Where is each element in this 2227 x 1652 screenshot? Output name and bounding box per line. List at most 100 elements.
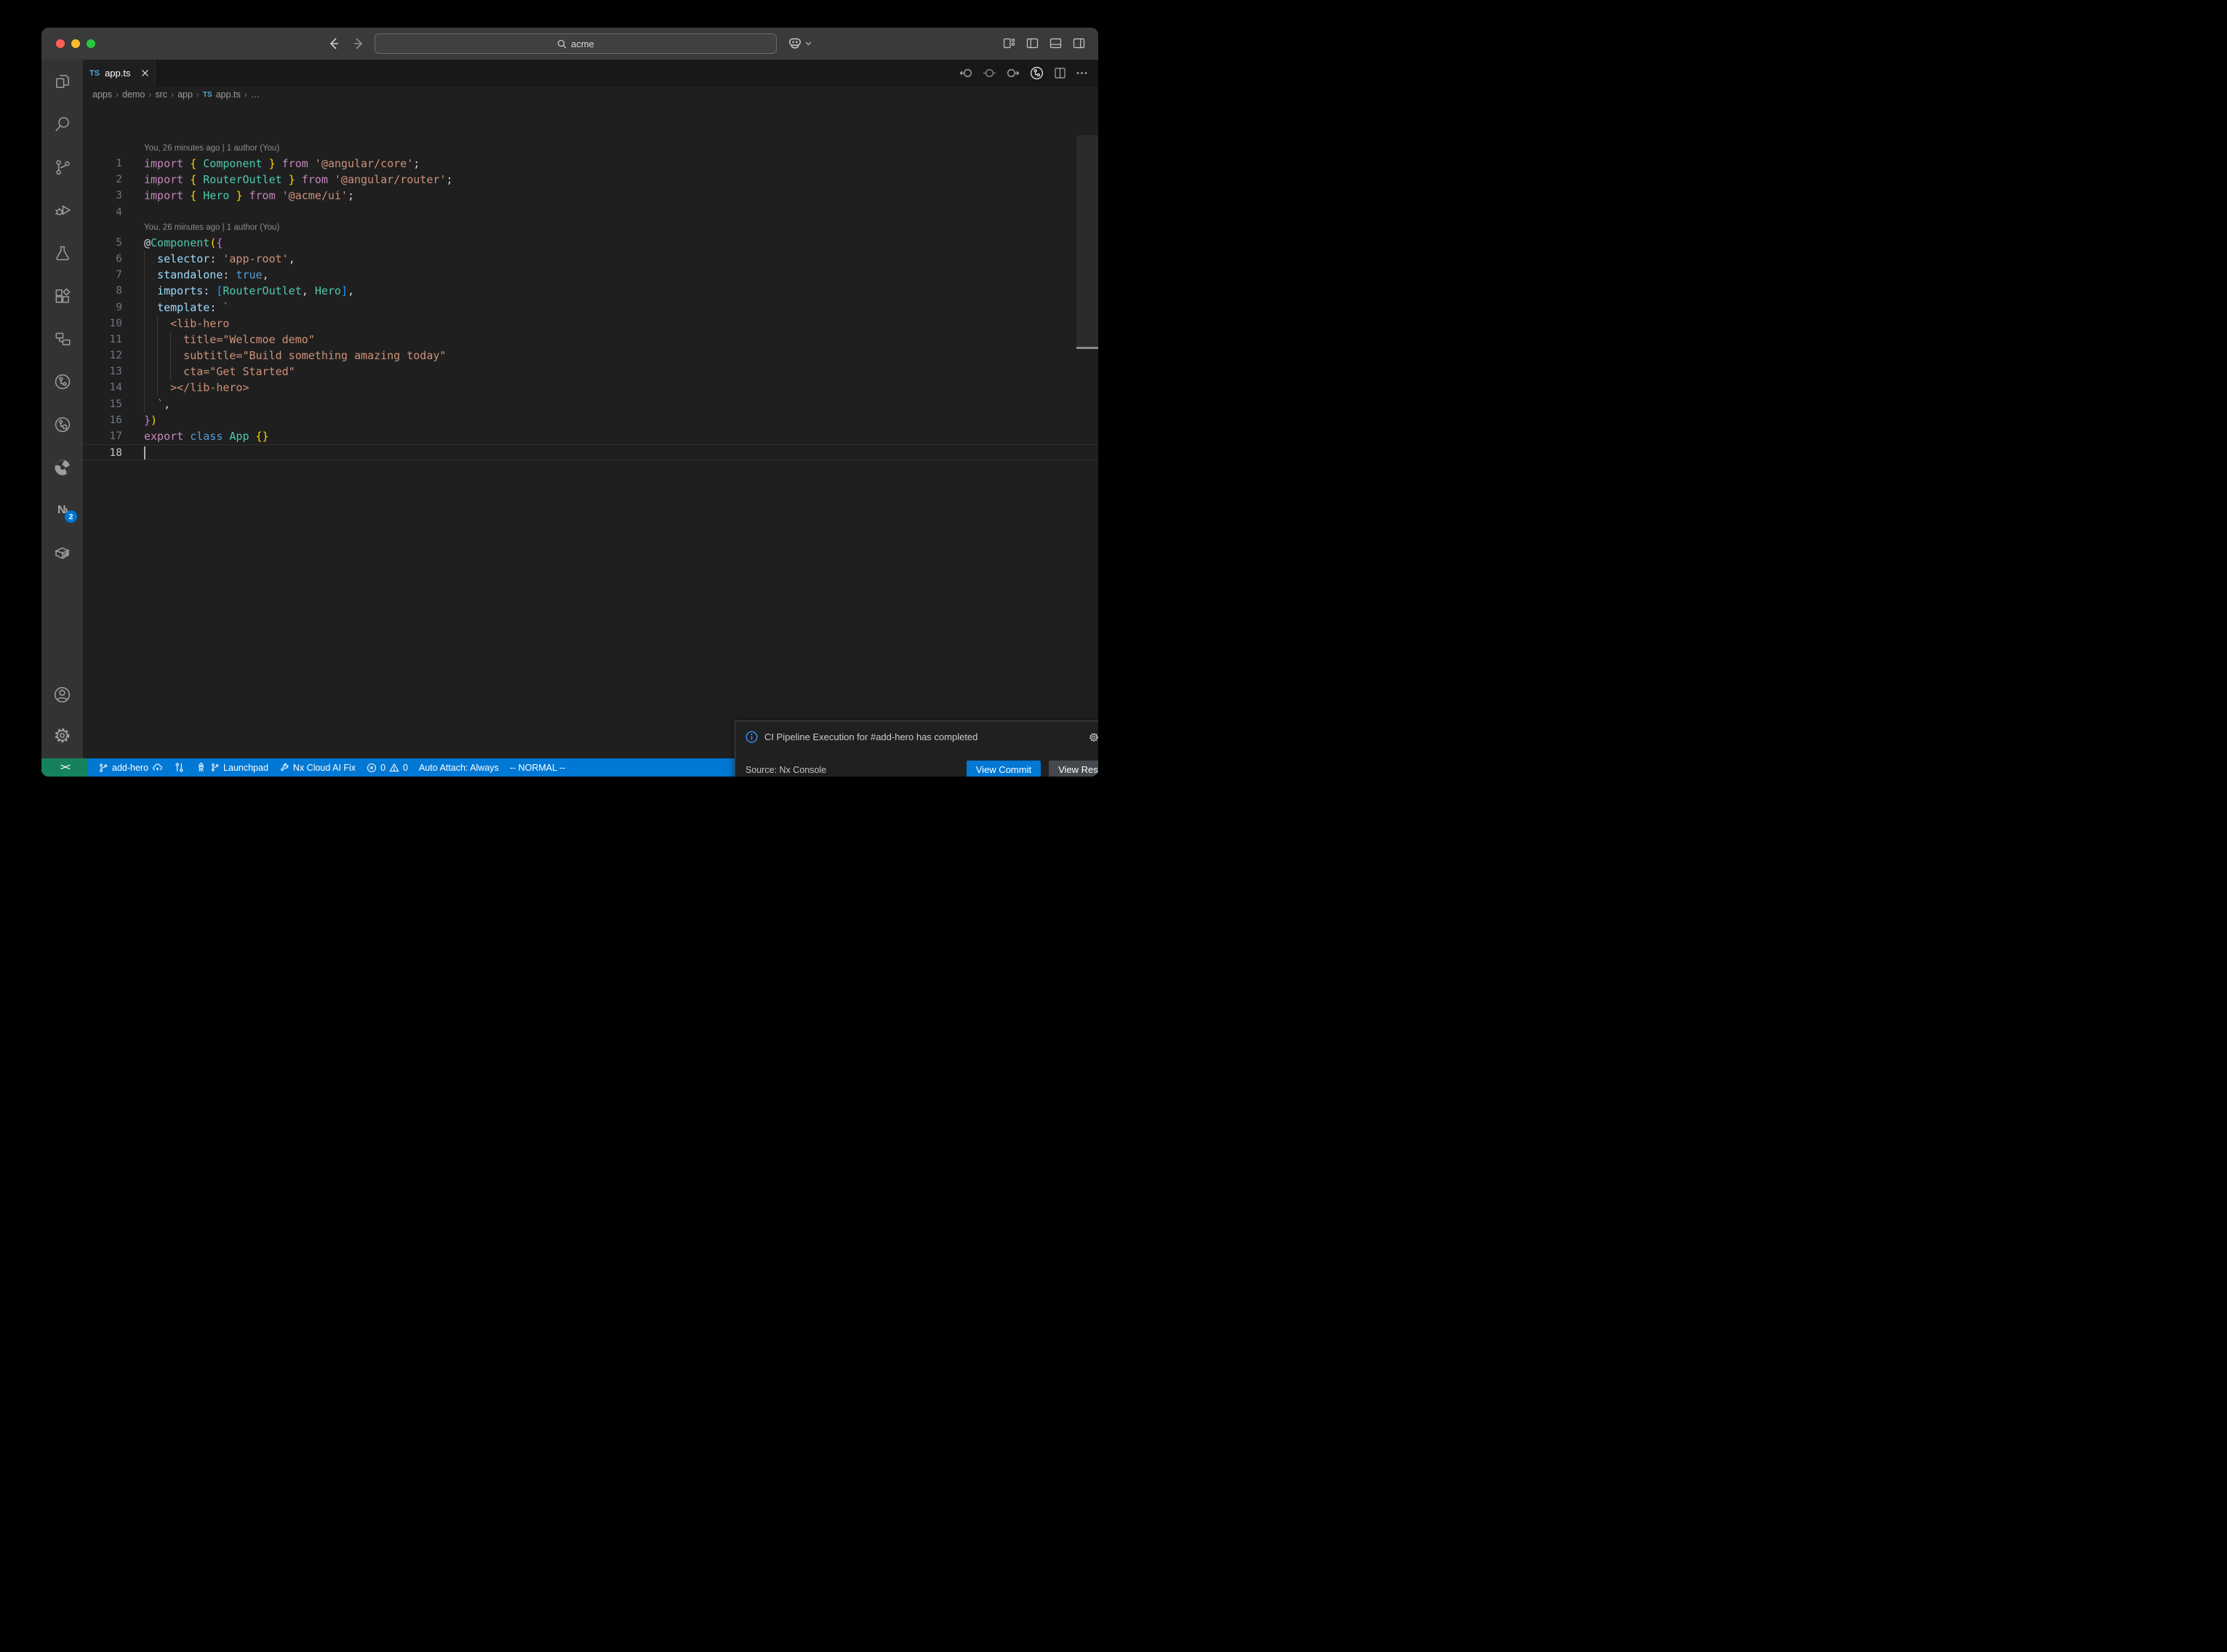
search-icon [557, 39, 567, 49]
status-commit-graph[interactable] [174, 762, 185, 773]
toggle-panel-icon[interactable] [1049, 37, 1062, 49]
status-branch[interactable]: add-hero [98, 762, 163, 773]
code-line: 10 <lib-hero [83, 316, 1098, 332]
wrench-icon [279, 763, 289, 773]
run-debug-icon [53, 201, 72, 220]
sidebar-item-console-ninja[interactable] [41, 446, 83, 489]
line-number: 13 [83, 364, 122, 380]
more-actions-icon[interactable] [1076, 67, 1088, 79]
vscode-window: acme [41, 28, 1098, 777]
breadcrumb: apps › demo › src › app › TS app.ts › … [83, 87, 1098, 103]
close-tab-icon[interactable] [141, 69, 149, 77]
files-icon [53, 72, 72, 91]
status-vim-mode[interactable]: -- NORMAL -- [510, 763, 566, 773]
chevron-right-icon: › [171, 89, 174, 100]
line-number: 6 [83, 251, 122, 267]
account-button[interactable] [41, 674, 83, 715]
typescript-file-icon: TS [203, 91, 212, 99]
line-number: 3 [83, 188, 122, 204]
tab-app-ts[interactable]: TS app.ts [83, 60, 156, 87]
sidebar-item-explorer[interactable] [41, 60, 83, 103]
navigate-forward-button[interactable] [351, 36, 366, 51]
sidebar-item-commit-graph[interactable] [41, 360, 83, 403]
code-line: 18 [83, 444, 1098, 460]
notification-settings-gear-icon[interactable] [1088, 731, 1098, 743]
sidebar-item-run-debug[interactable] [41, 188, 83, 231]
minimize-window-button[interactable] [71, 39, 80, 48]
prev-change-icon[interactable] [959, 66, 973, 80]
sidebar-item-source-control[interactable] [41, 145, 83, 188]
breadcrumb-item[interactable]: src [155, 89, 167, 100]
remote-indicator[interactable]: >< [41, 758, 88, 777]
breadcrumb-item[interactable]: app.ts [216, 89, 241, 100]
notification-toast: CI Pipeline Execution for #add-hero has … [735, 721, 1098, 777]
status-auto-attach[interactable]: Auto Attach: Always [419, 763, 499, 773]
chevron-right-icon: › [244, 89, 247, 100]
zoom-window-button[interactable] [87, 39, 95, 48]
commit-graph-icon[interactable] [1029, 65, 1044, 81]
sidebar-item-nx-console[interactable]: N› 2 [41, 489, 83, 532]
settings-button[interactable] [41, 715, 83, 755]
sidebar-item-containers[interactable] [41, 532, 83, 574]
navigate-back-button[interactable] [327, 36, 341, 51]
copilot-menu-button[interactable] [788, 36, 812, 50]
swirl-icon [52, 457, 73, 478]
overview-ruler-marker [1076, 347, 1098, 349]
view-commit-button[interactable]: View Commit [967, 761, 1041, 777]
blame-annotation[interactable]: You, 26 minutes ago | 1 author (You) [83, 141, 1098, 156]
search-value: acme [571, 39, 594, 49]
sidebar-item-search[interactable] [41, 103, 83, 145]
warning-icon [389, 763, 399, 773]
line-number: 15 [83, 396, 122, 412]
editor-scrollbar[interactable] [1076, 135, 1098, 348]
source-control-graph-icon [53, 372, 72, 391]
info-icon [745, 731, 758, 743]
typescript-file-icon: TS [89, 69, 100, 78]
close-window-button[interactable] [56, 39, 65, 48]
nx-badge: 2 [65, 510, 77, 523]
view-results-button[interactable]: View Results [1049, 761, 1098, 777]
line-number: 18 [83, 445, 122, 460]
titlebar: acme [41, 28, 1098, 60]
status-nx-cloud-fix[interactable]: Nx Cloud AI Fix [279, 763, 356, 773]
error-icon [367, 763, 377, 773]
sidebar-item-project-graph[interactable] [41, 317, 83, 360]
line-number: 16 [83, 412, 122, 428]
sidebar-item-testing[interactable] [41, 231, 83, 274]
sidebar-item-commit-graph-search[interactable] [41, 403, 83, 446]
editor-area: TS app.ts apps › demo [83, 60, 1098, 758]
line-number: 10 [83, 316, 122, 332]
copilot-icon [788, 36, 802, 50]
next-change-icon[interactable] [1006, 66, 1020, 80]
gear-icon [52, 726, 72, 745]
sidebar-item-extensions[interactable] [41, 274, 83, 317]
line-number: 7 [83, 267, 122, 283]
indent-guide [144, 251, 145, 412]
code-line: 14 ></lib-hero> [83, 380, 1098, 396]
code-line: 2import { RouterOutlet } from '@angular/… [83, 172, 1098, 188]
text-cursor [144, 446, 145, 460]
breadcrumb-item[interactable]: apps [92, 89, 112, 100]
line-number: 5 [83, 235, 122, 251]
status-problems[interactable]: 0 0 [367, 763, 408, 773]
status-launchpad[interactable]: Launchpad [196, 762, 268, 773]
code-editor[interactable]: You, 26 minutes ago | 1 author (You)1imp… [83, 135, 1098, 758]
customize-layout-icon[interactable] [1003, 37, 1015, 49]
line-number: 11 [83, 332, 122, 348]
code-line: 15 `, [83, 396, 1098, 412]
breadcrumb-item[interactable]: demo [122, 89, 145, 100]
activity-bar: N› 2 [41, 60, 83, 758]
blame-annotation[interactable]: You, 26 minutes ago | 1 author (You) [83, 220, 1098, 235]
line-number: 1 [83, 156, 122, 172]
toggle-secondary-sidebar-icon[interactable] [1073, 37, 1085, 49]
breadcrumb-item[interactable]: app [177, 89, 193, 100]
command-center-search[interactable]: acme [375, 33, 777, 54]
chevron-right-icon: › [196, 89, 199, 100]
toggle-primary-sidebar-icon[interactable] [1026, 37, 1039, 49]
git-branch-icon [98, 763, 108, 773]
split-editor-icon[interactable] [1054, 67, 1066, 79]
tab-label: app.ts [105, 68, 130, 79]
code-line: 5@Component({ [83, 235, 1098, 251]
breadcrumb-item[interactable]: … [251, 89, 260, 100]
changes-icon[interactable] [983, 66, 996, 80]
